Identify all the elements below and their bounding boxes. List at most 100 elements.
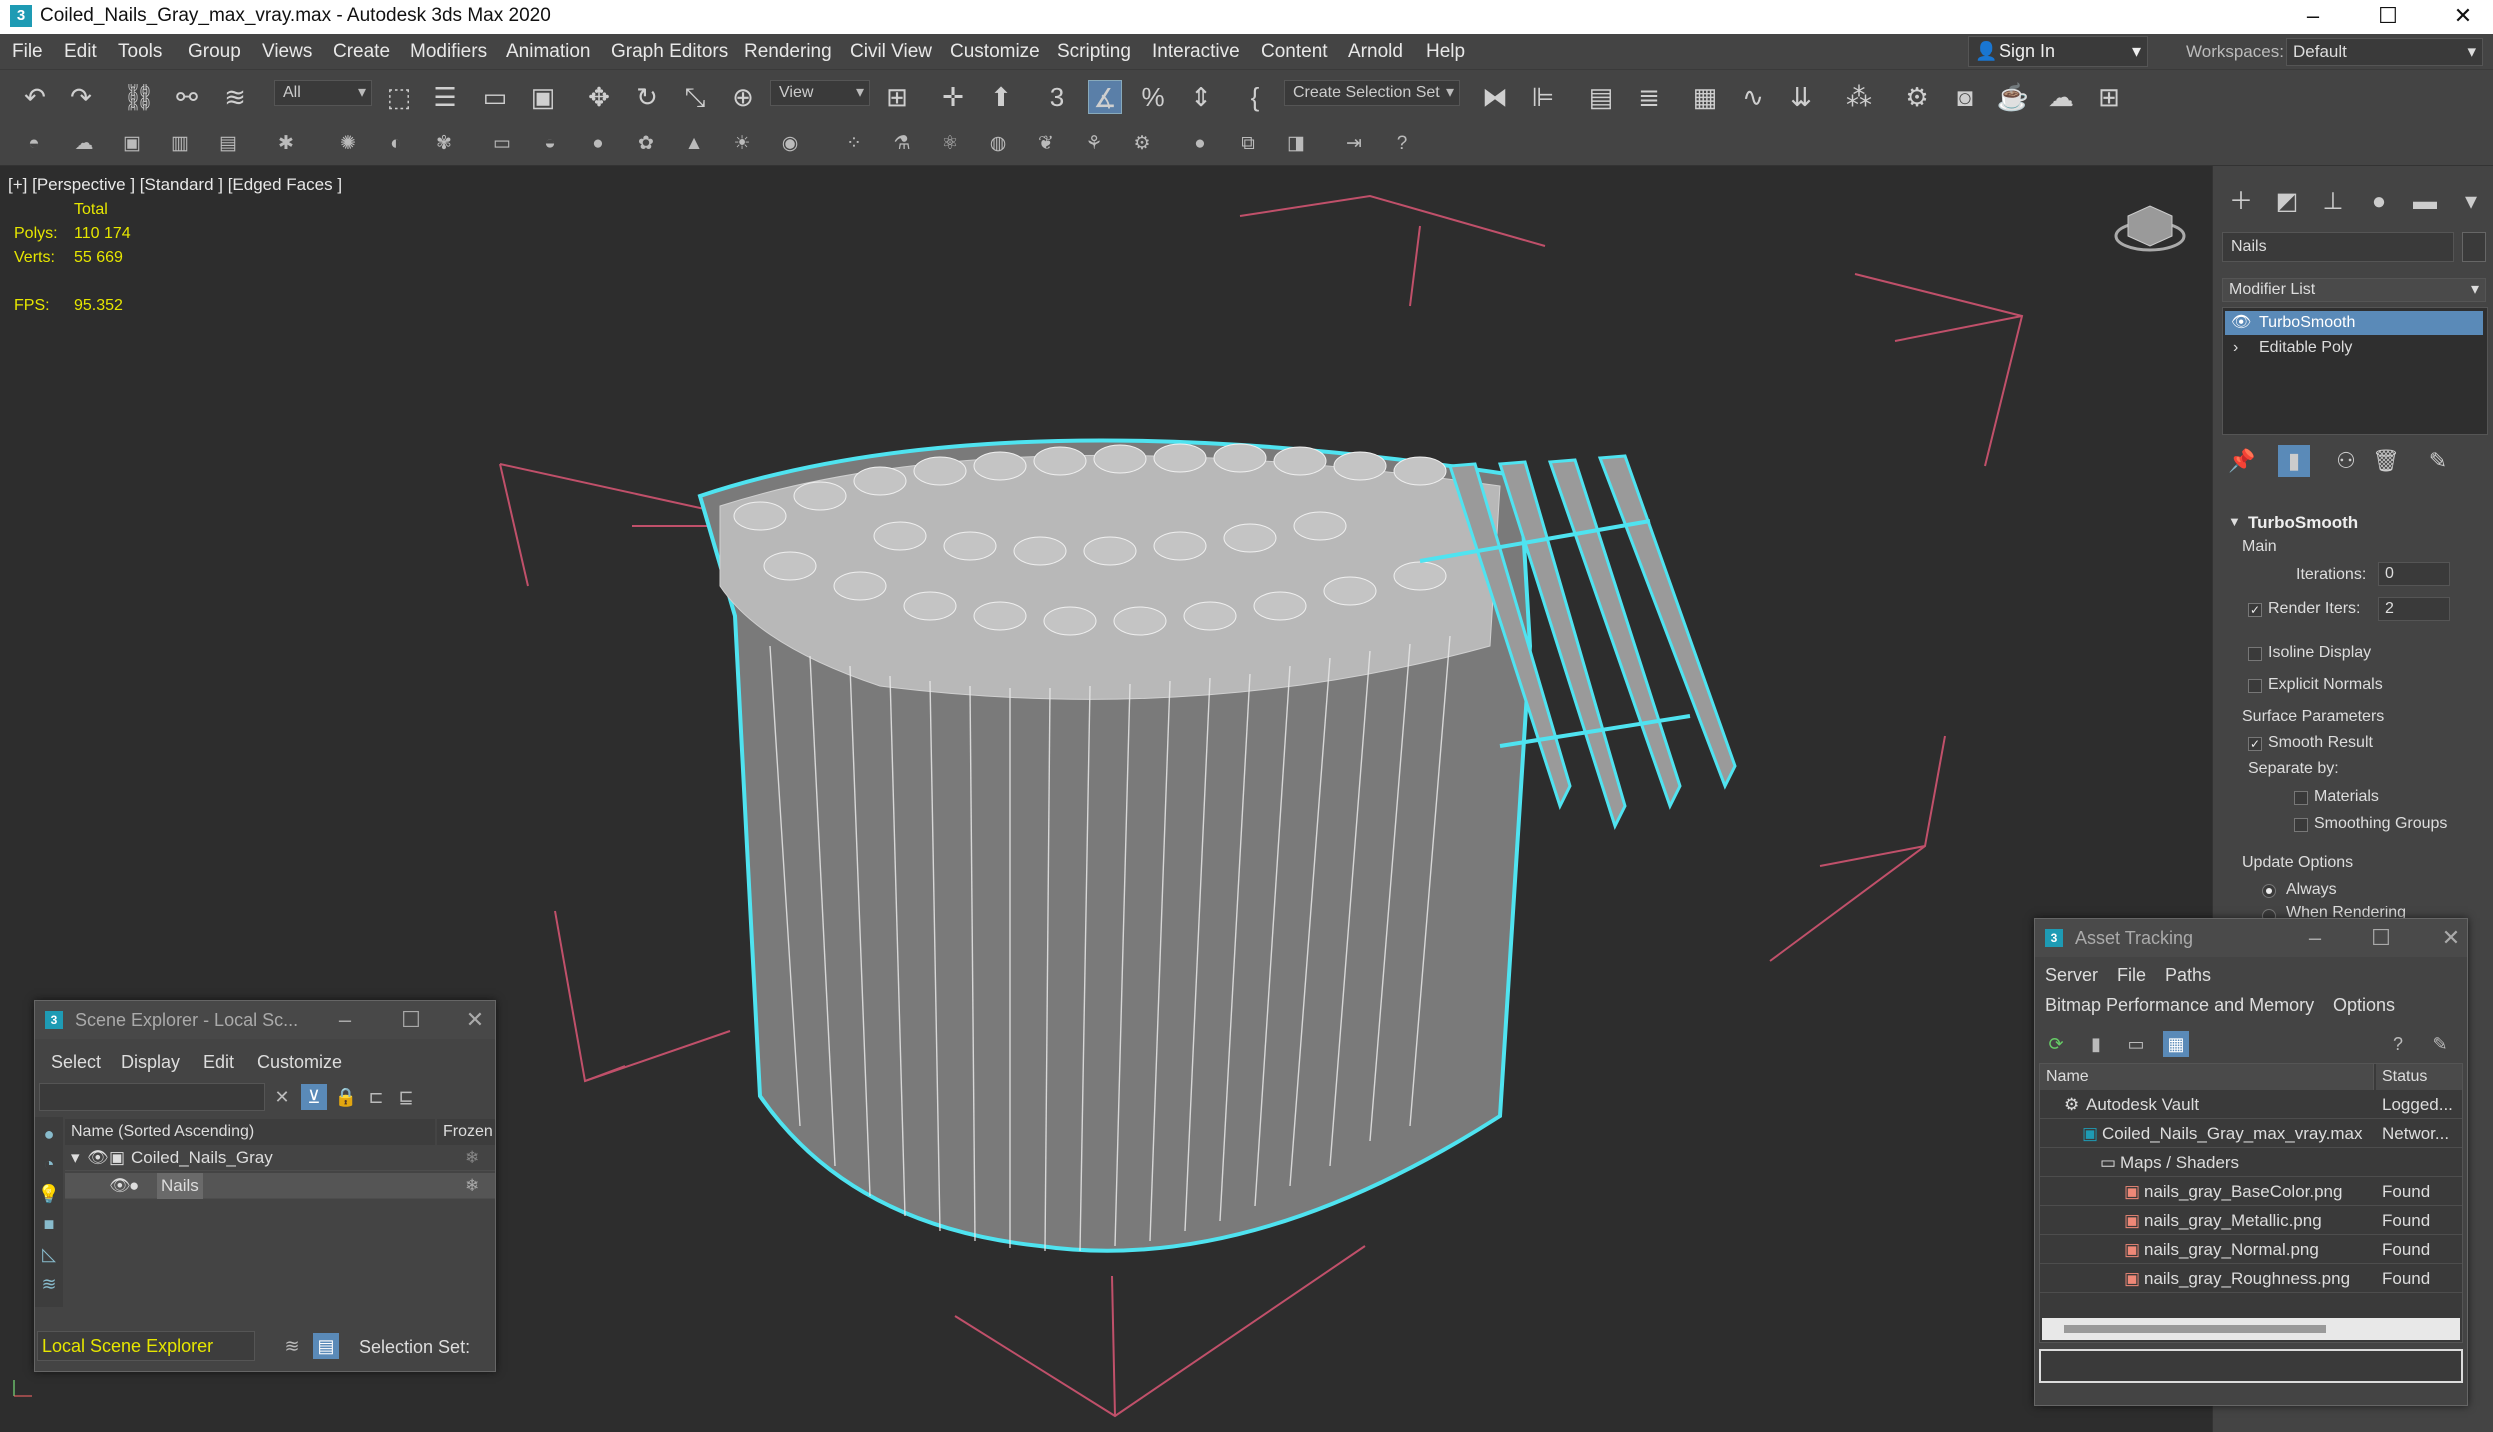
list-view-icon[interactable]: ▮ — [2083, 1031, 2109, 1057]
teapot-icon[interactable]: ◓ — [20, 130, 48, 158]
select-by-name-icon[interactable]: ☰ — [428, 80, 462, 114]
menu-file[interactable]: File — [2117, 965, 2146, 986]
window-crossing-icon[interactable]: ▣ — [526, 80, 560, 114]
path-field[interactable] — [2039, 1349, 2463, 1383]
globe-icon[interactable]: ◍ — [984, 130, 1012, 158]
spacewarp-filter-icon[interactable]: ≋ — [36, 1271, 62, 1297]
menu-group[interactable]: Group — [188, 41, 241, 63]
close-button[interactable]: ✕ — [2431, 919, 2471, 957]
help-icon[interactable]: ? — [1388, 130, 1416, 158]
table-row[interactable]: ▣ nails_gray_Metallic.png Found — [2040, 1207, 2462, 1235]
column-name-header[interactable]: Name (Sorted Ascending) — [65, 1119, 435, 1145]
keyboard-shortcut-override-icon[interactable]: ⬆ — [984, 80, 1018, 114]
light-filter-icon[interactable]: 💡 — [36, 1181, 62, 1207]
minimize-button[interactable]: – — [2283, 0, 2343, 34]
a360-gallery-icon[interactable]: ⊞ — [2092, 80, 2126, 114]
collapse-arrow-icon[interactable]: ▾ — [71, 1145, 80, 1171]
menu-edit[interactable]: Edit — [203, 1052, 234, 1073]
maximize-button[interactable]: ☐ — [391, 1001, 431, 1039]
layer-icon[interactable]: ⊑ — [393, 1084, 419, 1110]
menu-animation[interactable]: Animation — [506, 41, 591, 63]
asset-tracking-titlebar[interactable]: 3 Asset Tracking – ☐ ✕ — [2035, 919, 2467, 957]
search-input[interactable] — [39, 1083, 265, 1111]
selection-filter-dropdown[interactable]: All — [274, 80, 372, 106]
menu-civil-view[interactable]: Civil View — [850, 41, 932, 63]
mesh-icon[interactable]: ✿ — [632, 130, 660, 158]
menu-paths[interactable]: Paths — [2165, 965, 2211, 986]
menu-content[interactable]: Content — [1261, 41, 1328, 63]
dome-icon[interactable]: ◒ — [536, 130, 564, 158]
minimize-button[interactable]: – — [325, 1001, 365, 1039]
undo-icon[interactable]: ↶ — [18, 80, 52, 114]
object-color-swatch[interactable] — [2462, 232, 2486, 262]
table-row[interactable]: ⚙ Autodesk Vault Logged... — [2040, 1091, 2462, 1119]
freeze-icon[interactable]: ❄ — [465, 1173, 479, 1199]
scene-converter-icon[interactable]: ⧉ — [1234, 130, 1262, 158]
configure-modifier-sets-icon[interactable]: ✎ — [2422, 445, 2454, 477]
horizontal-scrollbar[interactable] — [2042, 1318, 2460, 1340]
tree-row[interactable]: ▾ 👁 ▣ Coiled_Nails_Gray ❄ — [65, 1145, 495, 1171]
fur-icon[interactable]: ⚗ — [888, 130, 916, 158]
align-icon[interactable]: ⊫ — [1526, 80, 1560, 114]
menu-modifiers[interactable]: Modifiers — [410, 41, 487, 63]
sun-icon[interactable]: ◐ — [382, 130, 410, 158]
menu-customize[interactable]: Customize — [257, 1052, 342, 1073]
materials-checkbox[interactable] — [2294, 791, 2308, 805]
filter-icon[interactable]: ⊻ — [301, 1084, 327, 1110]
close-button[interactable]: ✕ — [455, 1001, 495, 1039]
sign-in-button[interactable]: 👤 Sign In ▾ — [1968, 36, 2148, 67]
iterations-spinner[interactable]: 0 — [2378, 562, 2450, 586]
render-setup-icon[interactable]: ⚙ — [1900, 80, 1934, 114]
curve-editor-icon[interactable]: ∿ — [1736, 80, 1770, 114]
lock-icon[interactable]: 🔒 — [333, 1084, 359, 1110]
table-row[interactable]: ▣ nails_gray_Roughness.png Found — [2040, 1265, 2462, 1293]
schematic-view-icon[interactable]: ⇊ — [1784, 80, 1818, 114]
highlight-icon[interactable]: ✎ — [2427, 1031, 2453, 1057]
menu-create[interactable]: Create — [333, 41, 390, 63]
material-sphere-icon[interactable]: ● — [1186, 130, 1214, 158]
menu-rendering[interactable]: Rendering — [744, 41, 832, 63]
select-object-icon[interactable]: ⬚ — [382, 80, 416, 114]
sphere-icon[interactable]: ● — [584, 130, 612, 158]
display-tab-icon[interactable]: ▬ — [2407, 184, 2443, 220]
hierarchy-icon[interactable]: ⊏ — [363, 1084, 389, 1110]
percent-snap-icon[interactable]: % — [1136, 80, 1170, 114]
table-view-icon[interactable]: ▭ — [2123, 1031, 2149, 1057]
plant-icon[interactable]: ❦ — [1032, 130, 1060, 158]
freeze-icon[interactable]: ❄ — [465, 1145, 479, 1171]
export-icon[interactable]: ⇥ — [1340, 130, 1368, 158]
eye-icon[interactable]: 👁 — [87, 1145, 109, 1171]
menu-edit[interactable]: Edit — [64, 41, 97, 63]
scale-icon[interactable]: ⤡ — [678, 80, 712, 114]
render-icon[interactable]: ▥ — [166, 130, 194, 158]
menu-graph-editors[interactable]: Graph Editors — [611, 41, 728, 63]
menu-file[interactable]: File — [12, 41, 43, 63]
unlink-icon[interactable]: ⚯ — [170, 80, 204, 114]
minimize-button[interactable]: – — [2295, 919, 2335, 957]
toggle-layer-explorer-icon[interactable]: ≣ — [1632, 80, 1666, 114]
toggle-ribbon-icon[interactable]: ▦ — [1688, 80, 1722, 114]
scrollbar-thumb[interactable] — [2064, 1325, 2326, 1333]
move-icon[interactable]: ✥ — [582, 80, 616, 114]
table-row[interactable]: ▣ Coiled_Nails_Gray_max_vray.max Networ.… — [2040, 1120, 2462, 1148]
menu-views[interactable]: Views — [262, 41, 312, 63]
menu-customize[interactable]: Customize — [950, 41, 1040, 63]
spinner-snap-icon[interactable]: ⇕ — [1184, 80, 1218, 114]
make-unique-icon[interactable]: ⚇ — [2330, 445, 2362, 477]
column-status-header[interactable]: Status — [2376, 1064, 2462, 1090]
menu-server[interactable]: Server — [2045, 965, 2098, 986]
rendered-frame-window-icon[interactable]: ◙ — [1948, 80, 1982, 114]
menu-bitmap-performance[interactable]: Bitmap Performance and Memory — [2045, 995, 2314, 1016]
smoothing-groups-checkbox[interactable] — [2294, 818, 2308, 832]
angle-snap-icon[interactable]: ∡ — [1088, 80, 1122, 114]
hierarchy-view-icon[interactable]: ▤ — [313, 1333, 339, 1359]
maximize-button[interactable]: ☐ — [2361, 919, 2401, 957]
menu-tools[interactable]: Tools — [118, 41, 162, 63]
show-end-result-icon[interactable]: ▮ — [2278, 445, 2310, 477]
object-name-field[interactable]: Nails — [2222, 232, 2454, 262]
column-name-header[interactable]: Name — [2040, 1064, 2374, 1090]
workspaces-select[interactable]: Default ▾ — [2286, 38, 2483, 66]
render-iters-spinner[interactable]: 2 — [2378, 597, 2450, 621]
rollout-collapse-icon[interactable]: ▼ — [2228, 514, 2241, 529]
bind-spacewarp-icon[interactable]: ≋ — [218, 80, 252, 114]
